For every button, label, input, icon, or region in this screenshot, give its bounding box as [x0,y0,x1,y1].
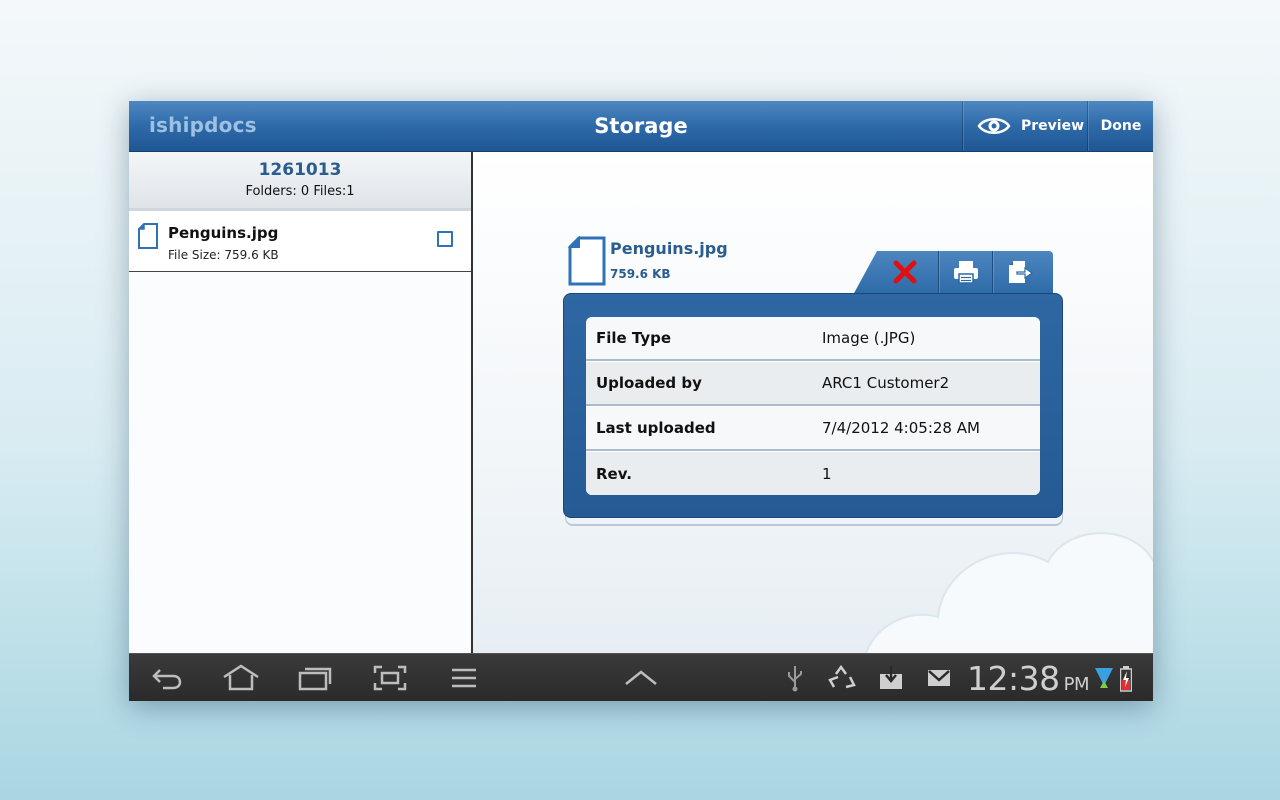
wifi-icon [1095,668,1113,688]
export-button[interactable] [992,251,1047,293]
detail-value: 1 [822,465,832,483]
detail-value: ARC1 Customer2 [822,374,950,392]
menu-icon[interactable] [450,664,478,692]
file-size: File Size: 759.6 KB [168,248,279,262]
home-icon[interactable] [222,664,260,692]
print-button[interactable] [938,251,993,293]
status-clock: 12:38 PM [967,659,1090,698]
recycle-icon [828,664,856,689]
preview-label: Preview [1021,118,1085,134]
table-row: Last uploaded 7/4/2012 4:05:28 AM [586,407,1040,451]
system-navigation-bar: 12:38 PM [129,653,1153,701]
delete-icon [893,260,917,284]
detail-file-icon [567,236,606,286]
detail-label: Rev. [596,465,632,483]
print-icon [954,261,978,284]
detail-label: Last uploaded [596,419,716,437]
screenshot-icon[interactable] [373,664,407,692]
eye-icon [977,118,1011,134]
device-screen: ishipdocs Storage Preview Done 1261013 F… [129,101,1153,701]
usb-icon [788,666,802,692]
file-icon [138,223,158,249]
detail-file-size: 759.6 KB [610,267,671,281]
gmail-icon [928,670,950,686]
done-button[interactable]: Done [1087,101,1153,151]
delete-button[interactable] [873,251,937,293]
download-icon [880,666,902,689]
file-name: Penguins.jpg [168,224,279,242]
folder-header: 1261013 Folders: 0 Files:1 [129,152,471,211]
container-id: 1261013 [258,160,342,180]
file-list-panel: 1261013 Folders: 0 Files:1 Penguins.jpg … [129,152,473,653]
done-label: Done [1100,118,1142,134]
preview-button[interactable]: Preview [962,101,1087,151]
detail-file-name: Penguins.jpg [610,239,728,258]
recent-apps-icon[interactable] [298,664,332,692]
file-list-item[interactable]: Penguins.jpg File Size: 759.6 KB [129,211,471,272]
battery-icon [1120,666,1132,692]
export-icon [1009,261,1033,283]
folder-file-counts: Folders: 0 Files:1 [245,184,355,199]
file-select-checkbox[interactable] [437,231,453,247]
table-row: Uploaded by ARC1 Customer2 [586,362,1040,406]
back-icon[interactable] [151,664,183,692]
detail-value: Image (.JPG) [822,329,916,347]
file-details-table: File Type Image (.JPG) Uploaded by ARC1 … [586,317,1040,495]
clock-ampm: PM [1063,674,1090,695]
cloud-decoration-icon [865,532,1153,653]
table-row: File Type Image (.JPG) [586,317,1040,361]
file-detail-panel: Penguins.jpg 759.6 KB File Type Image (.… [473,152,1153,653]
app-logo[interactable]: ishipdocs [149,113,257,137]
action-bar: ishipdocs Storage Preview Done [129,101,1153,152]
clock-time: 12:38 [967,659,1060,698]
table-row: Rev. 1 [586,452,1040,495]
expand-up-icon[interactable] [624,664,658,692]
file-actions-toolbar [853,251,1053,295]
file-details-card: File Type Image (.JPG) Uploaded by ARC1 … [563,293,1063,518]
detail-label: File Type [596,329,672,347]
detail-value: 7/4/2012 4:05:28 AM [822,419,980,437]
detail-label: Uploaded by [596,374,702,392]
